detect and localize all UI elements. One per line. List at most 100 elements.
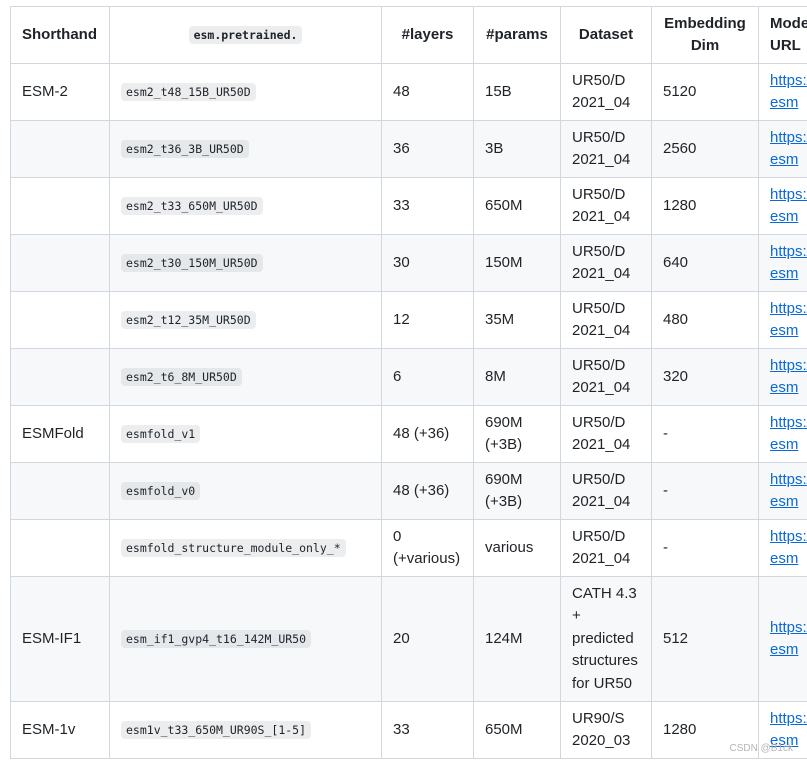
- layers-cell: 48 (+36): [381, 462, 474, 520]
- model-url-cell[interactable]: https:// esm: [758, 63, 807, 121]
- model-name-cell-code: esmfold_v1: [121, 424, 201, 443]
- params-cell: 650M: [473, 701, 561, 759]
- dataset-cell: UR90/S 2020_03: [560, 701, 652, 759]
- model-url-link[interactable]: https:// esm: [770, 414, 807, 454]
- params-cell: 150M: [473, 234, 561, 292]
- model-name-cell: esm1v_t33_650M_UR90S_[1-5]: [109, 701, 382, 759]
- model-url-link[interactable]: https:// esm: [770, 471, 807, 511]
- model-name-cell: esmfold_v0: [109, 462, 382, 520]
- dataset-cell: UR50/D 2021_04: [560, 462, 652, 520]
- table-row: esm2_t6_8M_UR50D 6 8M UR50/D 2021_04 320 http…: [10, 348, 807, 406]
- params-cell: 690M (+3B): [473, 405, 561, 463]
- model-url-cell[interactable]: https:// esm: [758, 519, 807, 577]
- model-url-link[interactable]: https:// esm: [770, 619, 807, 659]
- shorthand-cell: ESM-IF1: [10, 576, 110, 702]
- params-cell: various: [473, 519, 561, 577]
- model-url-cell[interactable]: https:// esm: [758, 177, 807, 235]
- table-row: esm2_t12_35M_UR50D 12 35M UR50/D 2021_04 480…: [10, 291, 807, 349]
- model-url-cell[interactable]: https:// esm: [758, 348, 807, 406]
- params-cell: 15B: [473, 63, 561, 121]
- model-url-link[interactable]: https:// esm: [770, 243, 807, 283]
- model-url-cell[interactable]: https:// esm: [758, 462, 807, 520]
- table-body: ESM-2 esm2_t48_15B_UR50D 48 15B UR50/D 2021_…: [10, 63, 807, 759]
- dataset-cell: UR50/D 2021_04: [560, 291, 652, 349]
- model-url-link[interactable]: https:// esm: [770, 129, 807, 169]
- embedding-dim-cell: 480: [651, 291, 759, 349]
- model-name-cell-code: esm_if1_gvp4_t16_142M_UR50: [121, 629, 312, 648]
- header-model-url: Model URL: [758, 6, 807, 64]
- table-row: esm2_t33_650M_UR50D 33 650M UR50/D 2021_04 1…: [10, 177, 807, 235]
- shorthand-cell: [10, 234, 110, 292]
- header-embedding-dim: Embedding Dim: [651, 6, 759, 64]
- model-name-cell-code: esm2_t6_8M_UR50D: [121, 367, 242, 386]
- dataset-cell: UR50/D 2021_04: [560, 234, 652, 292]
- shorthand-cell: [10, 177, 110, 235]
- model-name-cell: esm2_t33_650M_UR50D: [109, 177, 382, 235]
- layers-cell: 48 (+36): [381, 405, 474, 463]
- shorthand-cell: [10, 462, 110, 520]
- model-name-cell-code: esm2_t33_650M_UR50D: [121, 196, 263, 215]
- layers-cell: 36: [381, 120, 474, 178]
- dataset-cell: CATH 4.3 + predicted structures for UR50: [560, 576, 652, 702]
- params-cell: 690M (+3B): [473, 462, 561, 520]
- model-url-cell[interactable]: https:// esm: [758, 576, 807, 702]
- shorthand-cell: ESM-1v: [10, 701, 110, 759]
- model-url-cell[interactable]: https:// esm: [758, 405, 807, 463]
- model-url-link[interactable]: https:// esm: [770, 357, 807, 397]
- layers-cell: 6: [381, 348, 474, 406]
- table-header: Shorthand esm.pretrained. #layers #param…: [10, 6, 807, 64]
- shorthand-cell: ESM-2: [10, 63, 110, 121]
- pretrained-models-table: Shorthand esm.pretrained. #layers #param…: [10, 6, 807, 759]
- model-url-link[interactable]: https:// esm: [770, 528, 807, 568]
- model-url-cell[interactable]: https:// esm: [758, 234, 807, 292]
- layers-cell: 30: [381, 234, 474, 292]
- table-row: esmfold_v0 48 (+36) 690M (+3B) UR50/D 2021_…: [10, 462, 807, 520]
- shorthand-cell: [10, 120, 110, 178]
- model-name-cell-code: esmfold_structure_module_only_*: [121, 538, 346, 557]
- model-name-cell-code: esm2_t48_15B_UR50D: [121, 82, 256, 101]
- table-row: ESMFold esmfold_v1 48 (+36) 690M (+3B) UR50/…: [10, 405, 807, 463]
- embedding-dim-cell: 1280: [651, 177, 759, 235]
- model-name-cell: esm2_t6_8M_UR50D: [109, 348, 382, 406]
- shorthand-cell: ESMFold: [10, 405, 110, 463]
- dataset-cell: UR50/D 2021_04: [560, 348, 652, 406]
- model-name-cell: esm2_t30_150M_UR50D: [109, 234, 382, 292]
- model-url-link[interactable]: https:// esm: [770, 72, 807, 112]
- model-name-cell-code: esmfold_v0: [121, 481, 201, 500]
- embedding-dim-cell: 512: [651, 576, 759, 702]
- header-esm-pretrained: esm.pretrained.: [109, 6, 382, 64]
- params-cell: 35M: [473, 291, 561, 349]
- layers-cell: 20: [381, 576, 474, 702]
- dataset-cell: UR50/D 2021_04: [560, 63, 652, 121]
- params-cell: 650M: [473, 177, 561, 235]
- table-row: esmfold_structure_module_only_* 0 (+vario…: [10, 519, 807, 577]
- dataset-cell: UR50/D 2021_04: [560, 177, 652, 235]
- model-name-cell-code: esm2_t12_35M_UR50D: [121, 310, 256, 329]
- table-row: ESM-IF1 esm_if1_gvp4_t16_142M_UR50 20 124M C…: [10, 576, 807, 702]
- shorthand-cell: [10, 519, 110, 577]
- params-cell: 8M: [473, 348, 561, 406]
- dataset-cell: UR50/D 2021_04: [560, 120, 652, 178]
- layers-cell: 48: [381, 63, 474, 121]
- embedding-dim-cell: -: [651, 462, 759, 520]
- model-name-cell-code: esm1v_t33_650M_UR90S_[1-5]: [121, 720, 312, 739]
- model-url-cell[interactable]: https:// esm: [758, 291, 807, 349]
- embedding-dim-cell: -: [651, 519, 759, 577]
- embedding-dim-cell: 2560: [651, 120, 759, 178]
- model-name-cell: esm2_t12_35M_UR50D: [109, 291, 382, 349]
- params-cell: 124M: [473, 576, 561, 702]
- table-row: esm2_t36_3B_UR50D 36 3B UR50/D 2021_04 2560 h…: [10, 120, 807, 178]
- layers-cell: 12: [381, 291, 474, 349]
- model-url-link[interactable]: https:// esm: [770, 300, 807, 340]
- header-shorthand: Shorthand: [10, 6, 110, 64]
- model-name-cell-code: esm2_t30_150M_UR50D: [121, 253, 263, 272]
- layers-cell: 33: [381, 177, 474, 235]
- embedding-dim-cell: -: [651, 405, 759, 463]
- embedding-dim-cell: 5120: [651, 63, 759, 121]
- header-row: Shorthand esm.pretrained. #layers #param…: [10, 6, 807, 64]
- model-url-link[interactable]: https:// esm: [770, 186, 807, 226]
- model-name-cell: esm2_t36_3B_UR50D: [109, 120, 382, 178]
- model-name-cell: esm_if1_gvp4_t16_142M_UR50: [109, 576, 382, 702]
- model-url-cell[interactable]: https:// esm: [758, 120, 807, 178]
- model-name-cell: esm2_t48_15B_UR50D: [109, 63, 382, 121]
